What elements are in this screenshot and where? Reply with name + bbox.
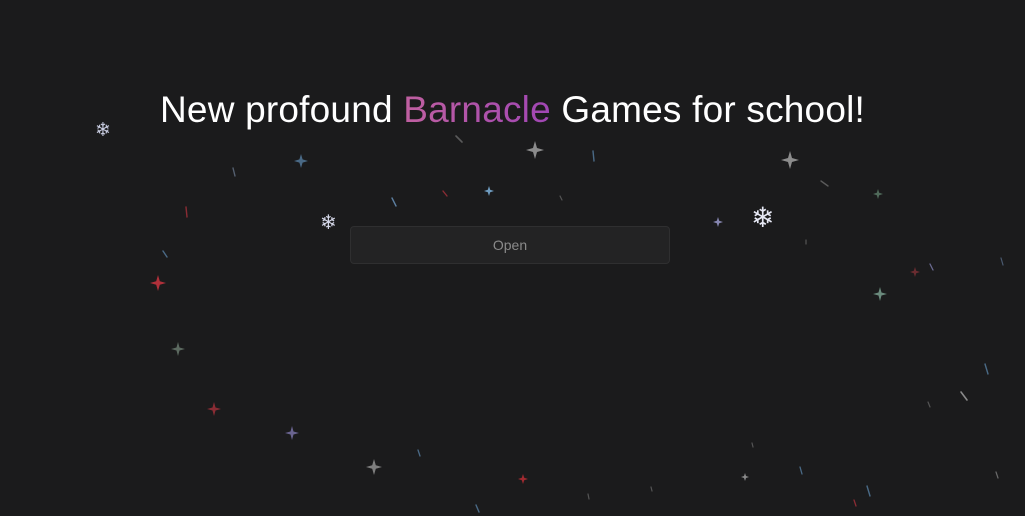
title-text-start: New profound (160, 89, 404, 130)
sparkle-icon (781, 151, 799, 169)
sparkle-icon (150, 275, 166, 291)
page: ❄ ❄ ❄ New profound Barnacle Games for sc… (0, 0, 1025, 516)
sparkle-icon (873, 189, 883, 199)
sparkle-icon (713, 217, 723, 227)
streak-field (162, 135, 1004, 513)
snowflake-icon: ❄ (751, 201, 775, 234)
title-text-end: Games for school! (550, 89, 865, 130)
sparkle-icon (741, 473, 749, 481)
title-accent-brand: Barnacle (403, 89, 551, 130)
sparkle-icon (910, 267, 920, 277)
open-button[interactable]: Open (350, 226, 670, 264)
sparkle-icon (873, 287, 887, 301)
sparkle-icon (518, 474, 528, 484)
sparkle-icon (285, 426, 299, 440)
sparkle-icon (171, 342, 185, 356)
page-title: New profound Barnacle Games for school! (0, 86, 1025, 134)
sparkle-icon (526, 141, 544, 159)
sparkle-icon (366, 459, 382, 475)
sparkle-icon (207, 402, 221, 416)
sparkle-icon (484, 186, 494, 196)
sparkle-icon (294, 154, 308, 168)
snowflake-icon: ❄ (320, 210, 337, 234)
